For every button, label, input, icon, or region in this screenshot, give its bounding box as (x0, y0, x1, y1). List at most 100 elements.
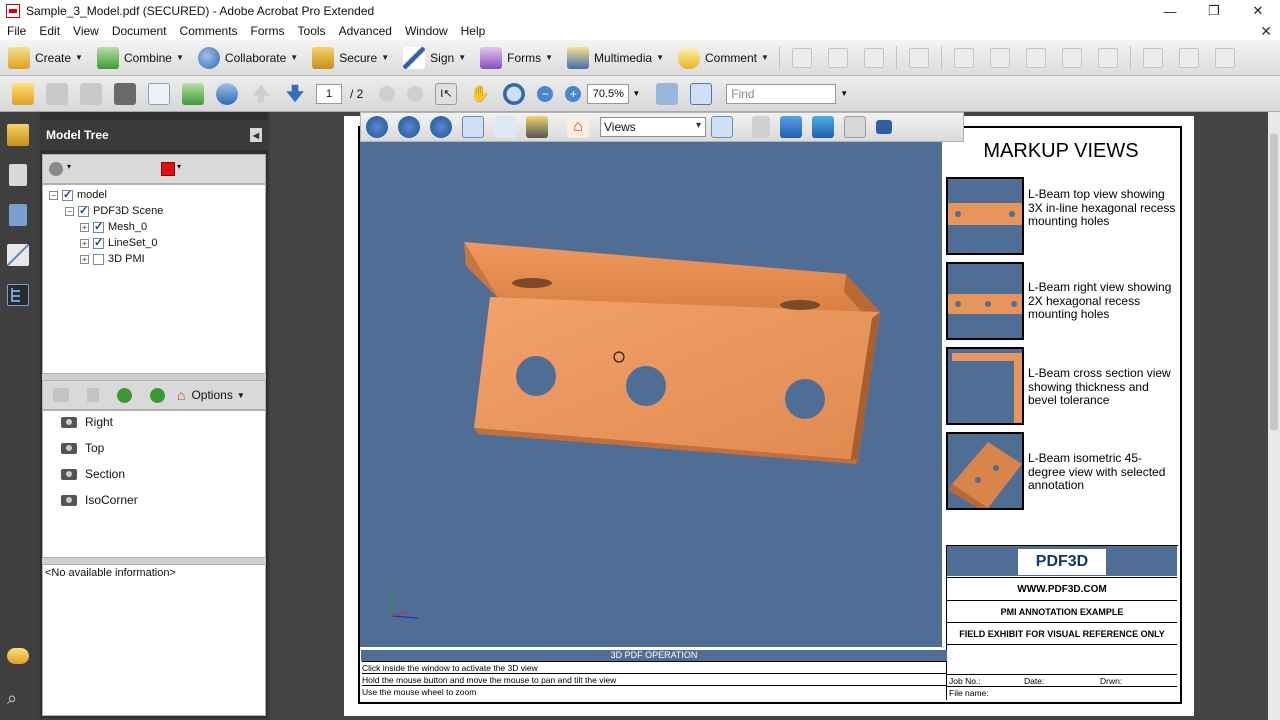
forward-icon[interactable] (407, 85, 424, 102)
camera-properties-icon[interactable] (526, 116, 548, 138)
marquee-zoom-icon[interactable] (503, 82, 526, 105)
menu-help[interactable]: Help (454, 24, 492, 38)
view-item[interactable]: Section (61, 467, 125, 481)
zoom-out-icon[interactable]: − (537, 85, 554, 102)
color-dropdown-icon[interactable]: ▾ (177, 162, 181, 171)
find-input[interactable]: Find (726, 83, 837, 104)
comment-button[interactable]: Comment ▼ (670, 44, 775, 72)
menu-advanced[interactable]: Advanced (332, 24, 398, 38)
ok-button-icon[interactable] (989, 47, 1010, 68)
view-thumbnail-top[interactable] (946, 177, 1024, 255)
link-icon[interactable] (1097, 47, 1118, 68)
menu-tools[interactable]: Tools (291, 24, 332, 38)
camera-add-icon[interactable] (53, 388, 69, 402)
zoom-3d-icon[interactable] (462, 116, 484, 138)
close-document-icon[interactable]: ✕ (1260, 23, 1272, 40)
visibility-checkbox[interactable] (93, 220, 104, 233)
tree-node[interactable]: + 3D PMI (80, 251, 145, 267)
object-edit-icon[interactable] (863, 47, 884, 68)
menu-document[interactable]: Document (105, 24, 173, 38)
open-folder-icon[interactable] (12, 82, 34, 105)
forms-button[interactable]: Forms ▼ (472, 44, 559, 72)
menu-view[interactable]: View (66, 24, 105, 38)
projection-cube-icon[interactable] (780, 116, 802, 138)
view-item[interactable]: IsoCorner (61, 493, 138, 507)
expand-icon[interactable]: + (80, 238, 89, 248)
multimedia-button[interactable]: Multimedia ▼ (559, 44, 670, 72)
toggle-model-tree-icon[interactable] (711, 116, 733, 138)
scrollbar-thumb[interactable] (1270, 134, 1278, 430)
lighting-icon[interactable] (844, 116, 866, 138)
form-field-icon[interactable] (1025, 47, 1046, 68)
minimize-button[interactable]: — (1148, 0, 1192, 22)
security-lock-icon[interactable] (7, 124, 29, 146)
collapse-icon[interactable]: − (49, 190, 58, 200)
next-view-icon[interactable] (150, 387, 165, 403)
select-tool-icon[interactable]: I↖ (435, 82, 458, 105)
gear-icon[interactable] (49, 162, 63, 176)
website-link[interactable]: WWW.PDF3D.COM (947, 577, 1177, 600)
menu-comments[interactable]: Comments (173, 24, 244, 38)
visibility-checkbox[interactable] (93, 236, 104, 249)
text-edit-icon[interactable] (827, 47, 848, 68)
views-dropdown[interactable]: Views (600, 117, 706, 137)
create-button[interactable]: Create ▼ (0, 44, 89, 72)
menu-file[interactable]: File (0, 24, 32, 38)
page-number-input[interactable]: 1 (316, 83, 342, 104)
view-item[interactable]: Right (61, 415, 113, 429)
visibility-checkbox[interactable] (78, 204, 89, 217)
pan-icon[interactable] (430, 116, 452, 138)
trash-icon[interactable] (87, 388, 99, 402)
back-icon[interactable] (379, 85, 396, 102)
comments-icon[interactable] (7, 648, 29, 664)
collaborate-button[interactable]: Collaborate ▼ (190, 44, 304, 72)
walk-icon[interactable] (494, 116, 516, 138)
prev-view-icon[interactable] (117, 387, 132, 403)
visibility-checkbox[interactable] (93, 253, 104, 265)
render-mode-icon[interactable] (812, 116, 834, 138)
background-color-icon[interactable] (876, 120, 892, 134)
play-animation-icon[interactable] (752, 116, 770, 138)
prev-page-icon[interactable] (252, 84, 270, 103)
fit-width-icon[interactable] (656, 82, 679, 105)
view-item[interactable]: Top (61, 441, 104, 455)
zoom-level-input[interactable]: 70.5% (587, 83, 630, 104)
globe-icon[interactable] (216, 82, 238, 105)
expand-icon[interactable]: + (80, 222, 89, 232)
expand-icon[interactable]: + (80, 254, 89, 264)
list-icon[interactable] (908, 47, 929, 68)
options-menu[interactable]: ⌂ Options ▼ (177, 387, 245, 403)
text-field-icon[interactable] (1142, 47, 1163, 68)
zoom-in-icon[interactable]: + (565, 85, 582, 102)
rotate-icon[interactable] (366, 116, 388, 138)
print-icon[interactable] (46, 82, 68, 105)
attachments-paperclip-icon[interactable]: ⌕ (7, 688, 29, 710)
pages-icon[interactable] (9, 164, 27, 186)
hand-tool-icon[interactable]: ✋ (469, 83, 491, 105)
select-object-icon[interactable] (953, 47, 974, 68)
collapse-panel-button[interactable]: ◀ (250, 128, 262, 142)
signature-field-icon[interactable] (1214, 47, 1235, 68)
crop-icon[interactable] (1061, 47, 1082, 68)
email-icon[interactable] (148, 82, 170, 105)
tree-node[interactable]: − PDF3D Scene (65, 203, 163, 219)
tree-node[interactable]: + Mesh_0 (80, 219, 147, 235)
3d-viewport[interactable] (360, 142, 942, 647)
collapse-icon[interactable]: − (65, 206, 74, 216)
signatures-icon[interactable] (7, 244, 29, 266)
secure-button[interactable]: Secure ▼ (304, 44, 395, 72)
combine-button[interactable]: Combine ▼ (89, 44, 190, 72)
sign-button[interactable]: Sign ▼ (395, 44, 472, 72)
tree-node[interactable]: + LineSet_0 (80, 235, 158, 251)
model-tree-icon[interactable] (7, 284, 29, 306)
color-swatch[interactable] (161, 162, 175, 176)
menu-edit[interactable]: Edit (32, 24, 66, 38)
find-dropdown-icon[interactable]: ▼ (840, 89, 848, 98)
visibility-checkbox[interactable] (62, 188, 73, 201)
tree-node[interactable]: − model (49, 187, 107, 203)
fit-page-icon[interactable] (690, 82, 713, 105)
binoculars-icon[interactable] (114, 82, 136, 105)
listbox-icon[interactable] (1178, 47, 1199, 68)
view-thumbnail-isometric[interactable] (946, 432, 1024, 510)
view-thumbnail-right[interactable] (946, 262, 1024, 340)
